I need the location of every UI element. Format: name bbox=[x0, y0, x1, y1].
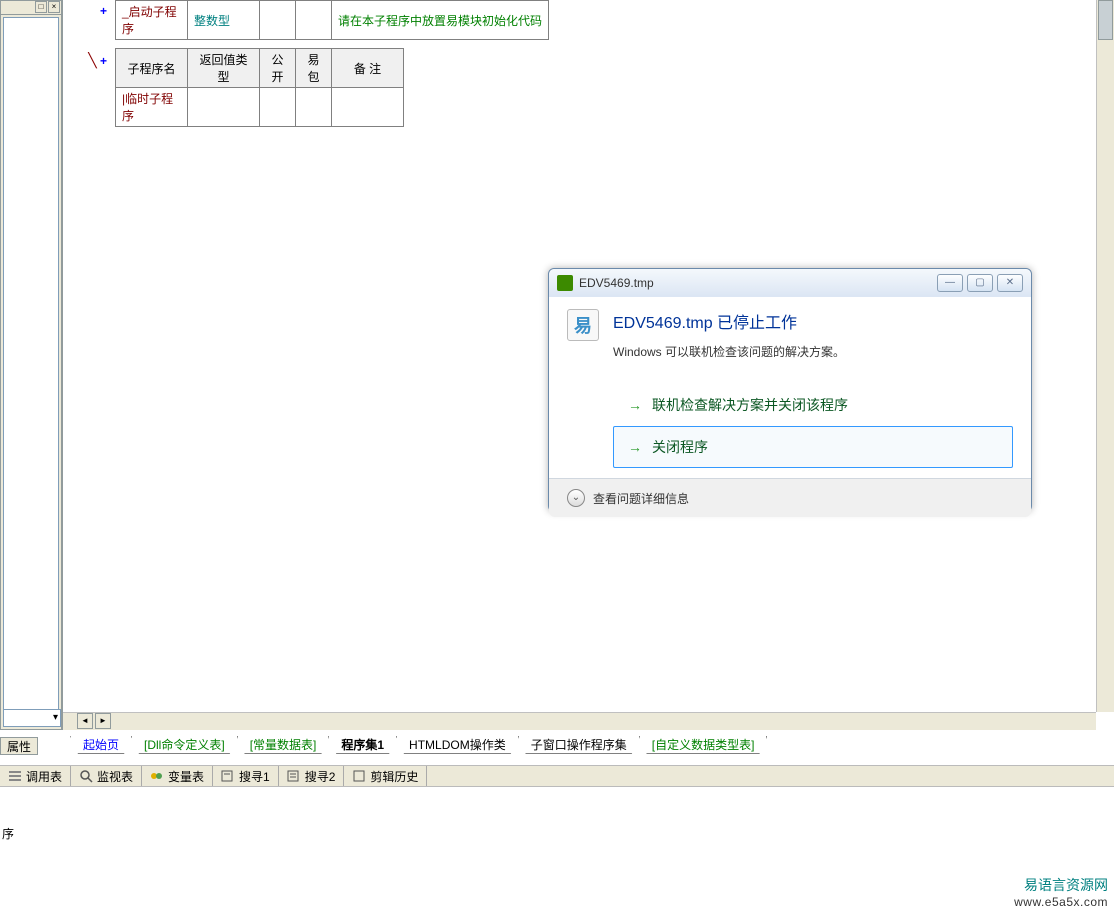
dialog-body: 易 EDV5469.tmp 已停止工作 Windows 可以联机检查该问题的解决… bbox=[549, 297, 1031, 478]
tb-search2-label: 搜寻2 bbox=[305, 768, 336, 785]
header-name: 子程序名 bbox=[116, 49, 188, 88]
subroutine-row[interactable]: _启动子程序 整数型 请在本子程序中放置易模块初始化代码 bbox=[116, 1, 549, 40]
tb-search1[interactable]: 搜寻1 bbox=[213, 766, 279, 786]
dialog-option1-label: 联机检查解决方案并关闭该程序 bbox=[652, 395, 848, 415]
dialog-option-close-program[interactable]: → 关闭程序 bbox=[613, 426, 1013, 468]
tb-search2[interactable]: 搜寻2 bbox=[279, 766, 345, 786]
vertical-scrollbar[interactable] bbox=[1096, 0, 1114, 712]
header-pkg: 易包 bbox=[296, 49, 332, 88]
arrow-right-icon: → bbox=[628, 397, 642, 413]
table-header-row: 子程序名 返回值类型 公开 易包 备 注 bbox=[116, 49, 404, 88]
tab-program-set1[interactable]: 程序集1 bbox=[328, 736, 397, 754]
tb-call-table[interactable]: 调用表 bbox=[0, 766, 71, 786]
tb-var-table[interactable]: 变量表 bbox=[142, 766, 213, 786]
tab-dll-cmd[interactable]: [Dll命令定义表] bbox=[131, 736, 238, 754]
horizontal-scrollbar[interactable]: ◄ ► bbox=[63, 712, 1096, 730]
arrow-right-icon: → bbox=[628, 439, 642, 455]
crash-dialog: EDV5469.tmp — ▢ ✕ 易 EDV5469.tmp 已停止工作 Wi… bbox=[548, 268, 1032, 512]
gutter-plus-icon[interactable]: + bbox=[75, 4, 111, 18]
subroutine-row-2[interactable]: |临时子程序 bbox=[116, 88, 404, 127]
dialog-heading: EDV5469.tmp 已停止工作 bbox=[613, 309, 1013, 333]
magnify-icon bbox=[79, 769, 93, 783]
dialog-titlebar[interactable]: EDV5469.tmp — ▢ ✕ bbox=[549, 269, 1031, 297]
header-remark: 备 注 bbox=[332, 49, 404, 88]
panel-close-icon[interactable]: × bbox=[48, 1, 60, 13]
tb-clip-history-label: 剪辑历史 bbox=[370, 768, 418, 785]
tb-call-table-label: 调用表 bbox=[26, 768, 62, 785]
search1-icon bbox=[221, 769, 235, 783]
tb-clip-history[interactable]: 剪辑历史 bbox=[344, 766, 427, 786]
gutter-pen-plus[interactable]: ╲ + bbox=[75, 52, 111, 69]
h-scroll-right-icon[interactable]: ► bbox=[95, 713, 111, 729]
tab-const-table[interactable]: [常量数据表] bbox=[237, 736, 330, 754]
search2-icon bbox=[287, 769, 301, 783]
bottom-tool-tabs: 调用表 监视表 变量表 搜寻1 搜寻2 剪辑历史 bbox=[0, 765, 1114, 787]
v-scroll-thumb[interactable] bbox=[1098, 0, 1113, 40]
dialog-app-icon bbox=[557, 275, 573, 291]
dialog-option2-label: 关闭程序 bbox=[652, 437, 708, 457]
dialog-footer: ⌄ 查看问题详细信息 bbox=[549, 478, 1031, 517]
sub-name-cell[interactable]: _启动子程序 bbox=[116, 1, 188, 40]
left-properties-panel: □ × bbox=[0, 0, 62, 730]
tab-html-dom[interactable]: HTMLDOM操作类 bbox=[396, 736, 519, 754]
sub-remark-cell[interactable]: 请在本子程序中放置易模块初始化代码 bbox=[332, 1, 549, 40]
panel-restore-icon[interactable]: □ bbox=[35, 1, 47, 13]
document-tab-row: 起始页 [Dll命令定义表] [常量数据表] 程序集1 HTMLDOM操作类 子… bbox=[70, 735, 766, 755]
dialog-title-text: EDV5469.tmp bbox=[579, 276, 933, 290]
tag-icon bbox=[150, 769, 164, 783]
dialog-subtext: Windows 可以联机检查该问题的解决方案。 bbox=[613, 343, 1013, 360]
expand-details-button[interactable]: ⌄ bbox=[567, 489, 585, 507]
panel-dropdown[interactable] bbox=[3, 709, 61, 727]
sub2-type-cell[interactable] bbox=[188, 88, 260, 127]
dialog-footer-text[interactable]: 查看问题详细信息 bbox=[593, 490, 689, 507]
dialog-option-check-online[interactable]: → 联机检查解决方案并关闭该程序 bbox=[613, 384, 1013, 426]
sub-type-cell[interactable]: 整数型 bbox=[188, 1, 260, 40]
watermark-url: www.e5a5x.com bbox=[1014, 895, 1108, 909]
panel-listbox[interactable] bbox=[3, 17, 59, 713]
tab-startpage[interactable]: 起始页 bbox=[70, 736, 132, 754]
tab-subwindow[interactable]: 子窗口操作程序集 bbox=[518, 736, 640, 754]
sub-public-cell[interactable] bbox=[260, 1, 296, 40]
list-icon bbox=[8, 769, 22, 783]
tab-custom-type[interactable]: [自定义数据类型表] bbox=[639, 736, 768, 754]
tb-watch-table-label: 监视表 bbox=[97, 768, 133, 785]
sub2-pkg-cell[interactable] bbox=[296, 88, 332, 127]
h-scroll-left-icon[interactable]: ◄ bbox=[77, 713, 93, 729]
dialog-maximize-button[interactable]: ▢ bbox=[967, 274, 993, 292]
header-rettype: 返回值类型 bbox=[188, 49, 260, 88]
sub2-remark-cell[interactable] bbox=[332, 88, 404, 127]
properties-tab[interactable]: 属性 bbox=[0, 737, 38, 755]
sub2-public-cell[interactable] bbox=[260, 88, 296, 127]
dialog-minimize-button[interactable]: — bbox=[937, 274, 963, 292]
tb-watch-table[interactable]: 监视表 bbox=[71, 766, 142, 786]
sub2-name-cell[interactable]: |临时子程序 bbox=[116, 88, 188, 127]
tb-search1-label: 搜寻1 bbox=[239, 768, 270, 785]
dialog-close-button[interactable]: ✕ bbox=[997, 274, 1023, 292]
clip-icon bbox=[352, 769, 366, 783]
header-public: 公开 bbox=[260, 49, 296, 88]
watermark: 易语言资源网 www.e5a5x.com bbox=[1014, 875, 1108, 909]
panel-titlebar: □ × bbox=[1, 1, 61, 15]
watermark-line1: 易语言资源网 bbox=[1014, 875, 1108, 895]
status-text: 序 bbox=[0, 825, 14, 842]
tb-var-table-label: 变量表 bbox=[168, 768, 204, 785]
dialog-program-icon: 易 bbox=[567, 309, 599, 341]
sub-pkg-cell[interactable] bbox=[296, 1, 332, 40]
